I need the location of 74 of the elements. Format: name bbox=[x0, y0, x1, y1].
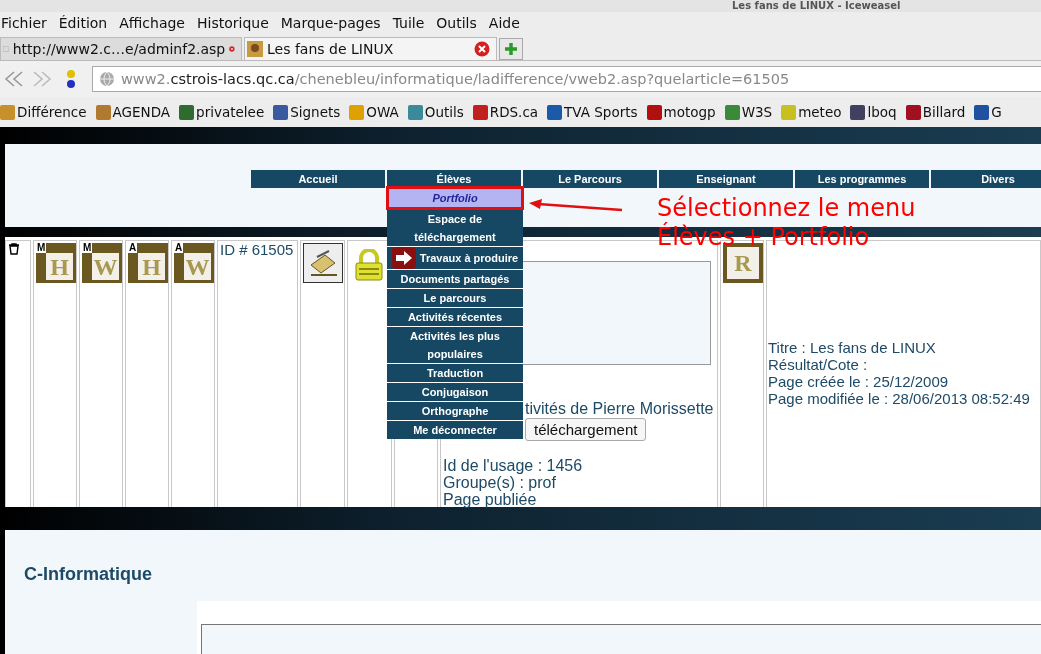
bookmark-link[interactable]: meteo bbox=[781, 104, 842, 120]
menu-item[interactable]: Travaux à produire bbox=[387, 247, 523, 269]
menu-item[interactable]: Tuile bbox=[392, 15, 425, 31]
menu-item[interactable]: Marque-pages bbox=[280, 15, 381, 31]
monogram-letter: R bbox=[734, 250, 752, 276]
menu-item[interactable]: Activités récentes bbox=[387, 308, 523, 326]
monogram-logo[interactable]: M W bbox=[82, 243, 122, 283]
bookmark-link[interactable]: OWA bbox=[349, 104, 399, 120]
globe-icon bbox=[99, 71, 115, 87]
menu-item[interactable]: Aide bbox=[488, 15, 520, 31]
nav-tab[interactable]: Les programmes bbox=[795, 170, 929, 188]
bookmark-link[interactable]: Billard bbox=[905, 104, 966, 120]
info-line: Page modifiée le : 28/06/2013 08:52:49 bbox=[768, 390, 1031, 407]
nav-tab[interactable]: Divers bbox=[931, 170, 1041, 188]
bookmark-link[interactable]: AGENDA bbox=[95, 104, 171, 120]
scanner-icon[interactable] bbox=[303, 243, 343, 283]
nav-tab[interactable]: Le Parcours bbox=[523, 170, 657, 188]
menu-item[interactable]: Outils bbox=[436, 15, 477, 31]
address-field[interactable]: www2.cstrois-lacs.qc.ca/chenebleu/informatique/ladifference/vweb2.asp?quelarticle=61505 bbox=[92, 66, 1041, 92]
section-heading: C-Informatique bbox=[24, 564, 153, 585]
bookmark-link[interactable]: RDS.ca bbox=[472, 104, 539, 120]
badge-letter: A bbox=[128, 242, 138, 253]
browser-tab[interactable]: http://www2.c…e/adminf2.asp bbox=[0, 37, 242, 60]
monogram-letter: H bbox=[142, 253, 161, 280]
close-icon[interactable] bbox=[474, 41, 490, 57]
bookmark-link[interactable]: lboq bbox=[850, 104, 897, 120]
info-line: Titre : Les fans de LINUX bbox=[768, 339, 937, 356]
detail-line: Page publiée bbox=[443, 491, 538, 508]
badge-letter: M bbox=[36, 242, 47, 253]
badge-letter: M bbox=[82, 242, 93, 253]
article-id: ID # 61505 bbox=[220, 241, 294, 258]
menu-item[interactable]: Orthographe bbox=[387, 402, 523, 420]
nav-tab[interactable]: Enseignant bbox=[659, 170, 793, 188]
menu-item[interactable]: Édition bbox=[58, 15, 108, 31]
menu-item[interactable]: Le parcours bbox=[387, 289, 523, 307]
monogram-letter: W bbox=[93, 253, 118, 280]
menu-item[interactable]: Me déconnecter bbox=[387, 421, 523, 439]
bookmark-link[interactable]: Outils bbox=[407, 104, 464, 120]
new-tab-button[interactable] bbox=[499, 38, 523, 60]
menu-item[interactable]: Documents partagés bbox=[387, 270, 523, 288]
bookmark-link[interactable]: Signets bbox=[273, 104, 341, 120]
bookmark-link[interactable]: TVA Sports bbox=[547, 104, 638, 120]
detail-line: Id de l'usage : 1456 bbox=[443, 457, 584, 474]
monogram-letter: W bbox=[185, 253, 210, 280]
bookmark-link[interactable]: motogp bbox=[646, 104, 716, 120]
author-line: tivités de Pierre Morissette bbox=[525, 399, 711, 418]
nav-tab[interactable]: Accueil bbox=[251, 170, 385, 188]
detail-line: Groupe(s) : prof bbox=[443, 474, 557, 491]
menu-item[interactable]: Historique bbox=[197, 15, 269, 31]
menu-item[interactable]: Traduction bbox=[387, 364, 523, 382]
menu-item[interactable]: Portfolio bbox=[387, 187, 523, 209]
menu-item[interactable]: Conjugaison bbox=[387, 383, 523, 401]
info-line: Page créée le : 25/12/2009 bbox=[768, 373, 950, 390]
bookmark-link[interactable]: privatelee bbox=[179, 104, 265, 120]
bookmark-link[interactable]: W3S bbox=[724, 104, 773, 120]
padlock-icon[interactable] bbox=[354, 249, 384, 281]
trash-icon[interactable] bbox=[8, 243, 20, 255]
menu-item[interactable]: Affichage bbox=[119, 15, 185, 31]
download-button[interactable]: téléchargement bbox=[525, 418, 647, 441]
monogram-logo[interactable]: M H bbox=[36, 243, 76, 283]
menu-item[interactable]: Fichier bbox=[1, 15, 47, 31]
badge-letter: A bbox=[174, 242, 184, 253]
monogram-logo[interactable]: A H bbox=[128, 243, 168, 283]
menu-item[interactable]: Activités les plus populaires bbox=[387, 327, 523, 363]
status-icon[interactable] bbox=[66, 68, 76, 90]
info-line: Résultat/Cote : bbox=[768, 356, 869, 373]
bookmark-link[interactable]: Différence bbox=[0, 104, 87, 120]
plus-icon bbox=[504, 42, 518, 56]
menu-item[interactable]: Espace de téléchargement bbox=[387, 210, 523, 246]
window-title: Les fans de LINUX - Iceweasel bbox=[732, 0, 901, 12]
painting-icon bbox=[247, 41, 263, 57]
monogram-letter: H bbox=[50, 253, 69, 280]
monogram-logo[interactable]: A W bbox=[174, 243, 214, 283]
browser-tab[interactable]: Les fans de LINUX bbox=[244, 37, 497, 60]
